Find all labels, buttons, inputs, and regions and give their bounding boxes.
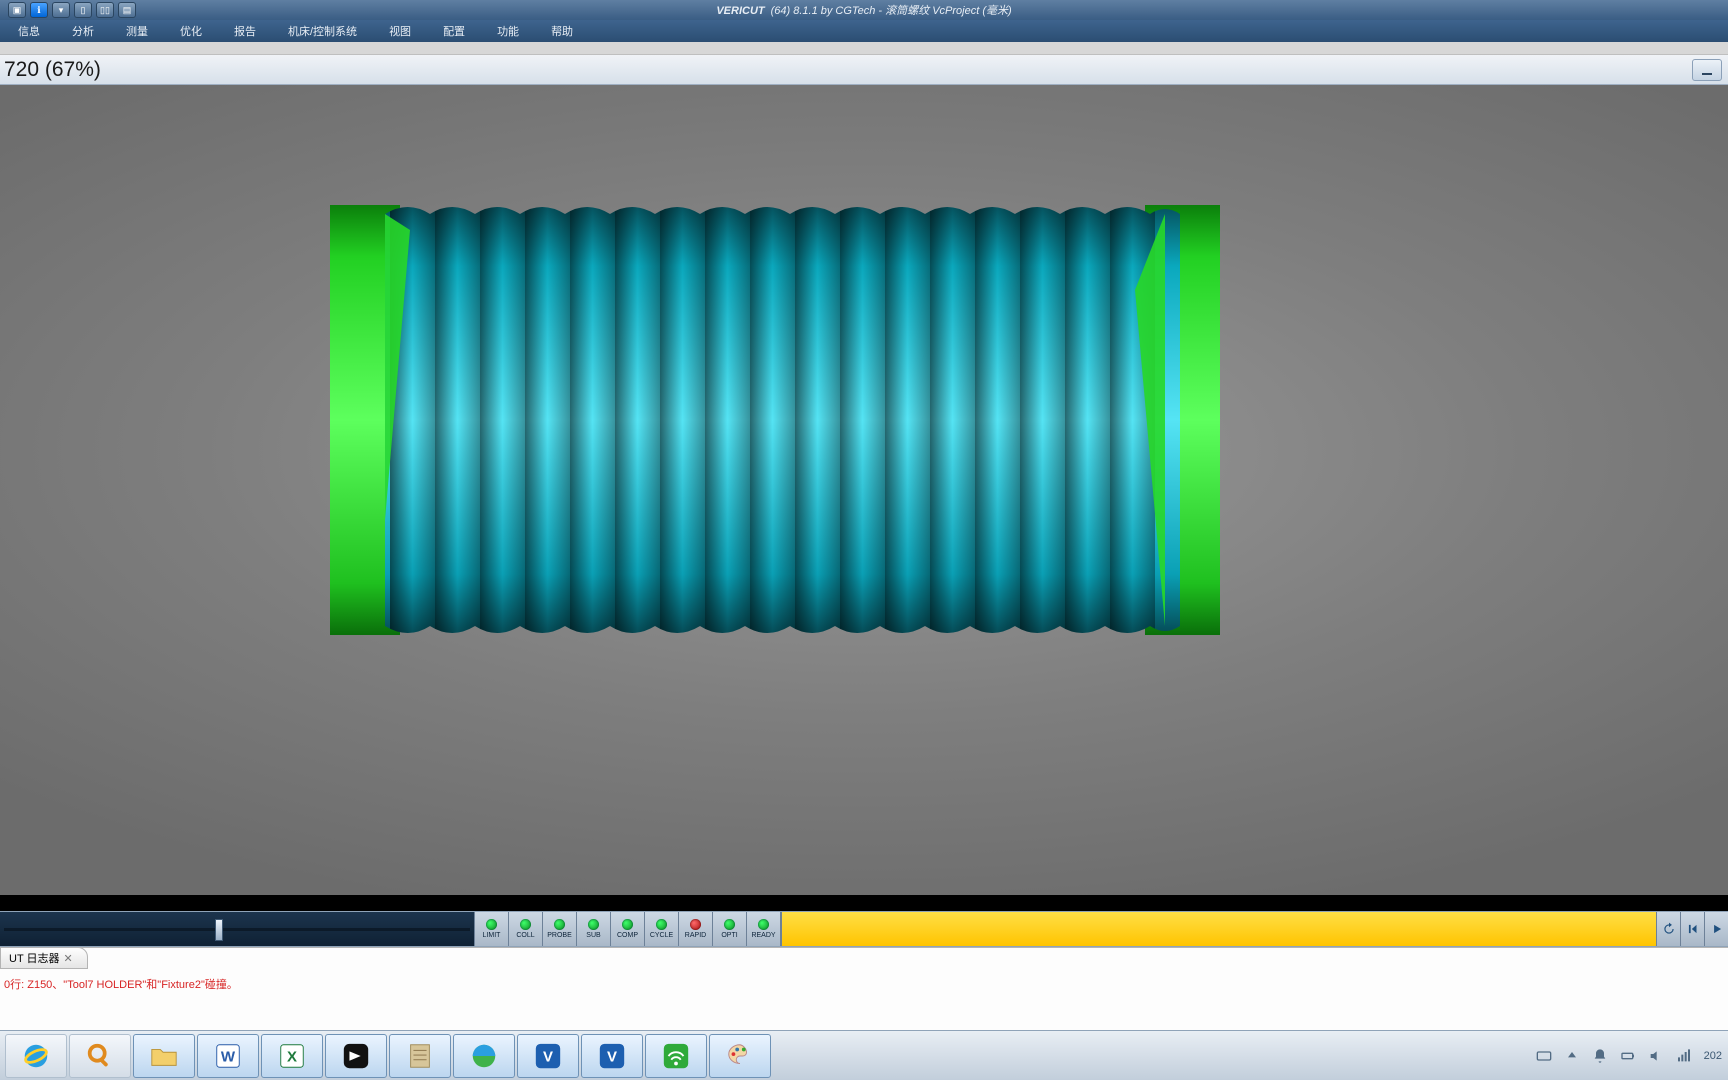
viewport-3d[interactable] bbox=[0, 85, 1728, 895]
led-ready: READY bbox=[747, 912, 781, 946]
led-label: COMP bbox=[617, 932, 638, 939]
led-label: RAPID bbox=[685, 932, 706, 939]
led-label: OPTI bbox=[721, 932, 737, 939]
menu-function[interactable]: 功能 bbox=[497, 23, 519, 39]
taskbar-app-wifi[interactable] bbox=[645, 1034, 707, 1078]
led-limit: LIMIT bbox=[475, 912, 509, 946]
led-cycle: CYCLE bbox=[645, 912, 679, 946]
log-line-2: 0行: Z150、"Tool7 HOLDER"和"Fixture2"碰撞。 bbox=[4, 976, 238, 992]
led-dot-icon bbox=[486, 919, 497, 930]
taskbar-app-capcut[interactable] bbox=[325, 1034, 387, 1078]
led-dot-icon bbox=[554, 919, 565, 930]
appicon-button[interactable]: ▣ bbox=[8, 2, 26, 18]
taskbar-app-ie2[interactable] bbox=[453, 1034, 515, 1078]
app-title-suffix: (64) 8.1.1 by CGTech - 滚筒螺纹 VcProject (毫… bbox=[771, 2, 1012, 18]
led-comp: COMP bbox=[611, 912, 645, 946]
svg-text:W: W bbox=[221, 1048, 236, 1065]
led-rapid: RAPID bbox=[679, 912, 713, 946]
layout3-button[interactable]: ▤ bbox=[118, 2, 136, 18]
taskbar-app-notes[interactable] bbox=[389, 1034, 451, 1078]
log-tab[interactable]: UT 日志器 ✕ bbox=[0, 947, 88, 969]
led-coll: COLL bbox=[509, 912, 543, 946]
title-bar: ▣ ℹ ▾ ▯ ▯▯ ▤ VERICUT (64) 8.1.1 by CGTec… bbox=[0, 0, 1728, 20]
led-probe: PROBE bbox=[543, 912, 577, 946]
up-icon[interactable] bbox=[1564, 1048, 1580, 1064]
svg-text:X: X bbox=[287, 1048, 297, 1065]
volume-icon[interactable] bbox=[1648, 1048, 1664, 1064]
windows-taskbar: W X V V 202 bbox=[0, 1030, 1728, 1080]
menu-report[interactable]: 报告 bbox=[234, 23, 256, 39]
menu-info[interactable]: 信息 bbox=[18, 23, 40, 39]
led-label: SUB bbox=[586, 932, 600, 939]
bell-icon[interactable] bbox=[1592, 1048, 1608, 1064]
led-label: LIMIT bbox=[483, 932, 501, 939]
led-dot-icon bbox=[588, 919, 599, 930]
progress-slider[interactable] bbox=[0, 912, 475, 946]
layout1-button[interactable]: ▯ bbox=[74, 2, 92, 18]
led-label: COLL bbox=[516, 932, 534, 939]
log-panel: UT 日志器 ✕ 0行: Z150、"Tool7 HOLDER"和"Fixtur… bbox=[0, 947, 1728, 1030]
led-opti: OPTI bbox=[713, 912, 747, 946]
keyboard-icon[interactable] bbox=[1536, 1048, 1552, 1064]
led-dot-icon bbox=[622, 919, 633, 930]
menu-bar: 信息 分析 测量 优化 报告 机床/控制系统 视图 配置 功能 帮助 bbox=[0, 20, 1728, 42]
svg-text:V: V bbox=[543, 1048, 553, 1065]
dropdown-button[interactable]: ▾ bbox=[52, 2, 70, 18]
menu-optimize[interactable]: 优化 bbox=[180, 23, 202, 39]
taskbar-app-paint[interactable] bbox=[709, 1034, 771, 1078]
menu-analyze[interactable]: 分析 bbox=[72, 23, 94, 39]
led-dot-icon bbox=[724, 919, 735, 930]
viewport-title: 720 (67%) bbox=[4, 58, 101, 82]
system-tray: 202 bbox=[1536, 1031, 1722, 1080]
step-back-button[interactable] bbox=[1680, 912, 1704, 946]
taskbar-app-vericut2[interactable]: V bbox=[581, 1034, 643, 1078]
menu-machine[interactable]: 机床/控制系统 bbox=[288, 23, 357, 39]
menu-help[interactable]: 帮助 bbox=[551, 23, 573, 39]
led-dot-icon bbox=[520, 919, 531, 930]
layout2-button[interactable]: ▯▯ bbox=[96, 2, 114, 18]
viewport-header: 720 (67%) bbox=[0, 55, 1728, 85]
taskbar-app-excel[interactable]: X bbox=[261, 1034, 323, 1078]
app-brand: VERICUT bbox=[716, 5, 764, 17]
led-dot-icon bbox=[758, 919, 769, 930]
clock[interactable]: 202 bbox=[1704, 1050, 1722, 1062]
led-label: CYCLE bbox=[650, 932, 673, 939]
taskbar-app-explorer[interactable] bbox=[133, 1034, 195, 1078]
reset-button[interactable] bbox=[1656, 912, 1680, 946]
led-dot-icon bbox=[690, 919, 701, 930]
menu-config[interactable]: 配置 bbox=[443, 23, 465, 39]
progress-bar bbox=[781, 912, 1656, 946]
svg-text:V: V bbox=[607, 1048, 617, 1065]
signal-icon[interactable] bbox=[1676, 1048, 1692, 1064]
play-button[interactable] bbox=[1704, 912, 1728, 946]
info-button[interactable]: ℹ bbox=[30, 2, 48, 18]
part-model bbox=[330, 200, 1220, 640]
taskbar-app-magnify[interactable] bbox=[69, 1034, 131, 1078]
led-label: READY bbox=[751, 932, 775, 939]
menu-measure[interactable]: 测量 bbox=[126, 23, 148, 39]
taskbar-app-vericut[interactable]: V bbox=[517, 1034, 579, 1078]
led-sub: SUB bbox=[577, 912, 611, 946]
slider-thumb[interactable] bbox=[215, 919, 223, 941]
minimize-view-button[interactable] bbox=[1692, 59, 1722, 81]
status-strip: LIMIT COLL PROBE SUB COMP CYCLE RAPID OP… bbox=[0, 911, 1728, 947]
taskbar-app-ie[interactable] bbox=[5, 1034, 67, 1078]
menu-view[interactable]: 视图 bbox=[389, 23, 411, 39]
taskbar-app-word[interactable]: W bbox=[197, 1034, 259, 1078]
log-tab-label: UT 日志器 bbox=[9, 950, 60, 966]
battery-icon[interactable] bbox=[1620, 1048, 1636, 1064]
sub-statusbar bbox=[0, 42, 1728, 55]
led-dot-icon bbox=[656, 919, 667, 930]
close-icon[interactable]: ✕ bbox=[64, 952, 73, 965]
led-label: PROBE bbox=[547, 932, 572, 939]
